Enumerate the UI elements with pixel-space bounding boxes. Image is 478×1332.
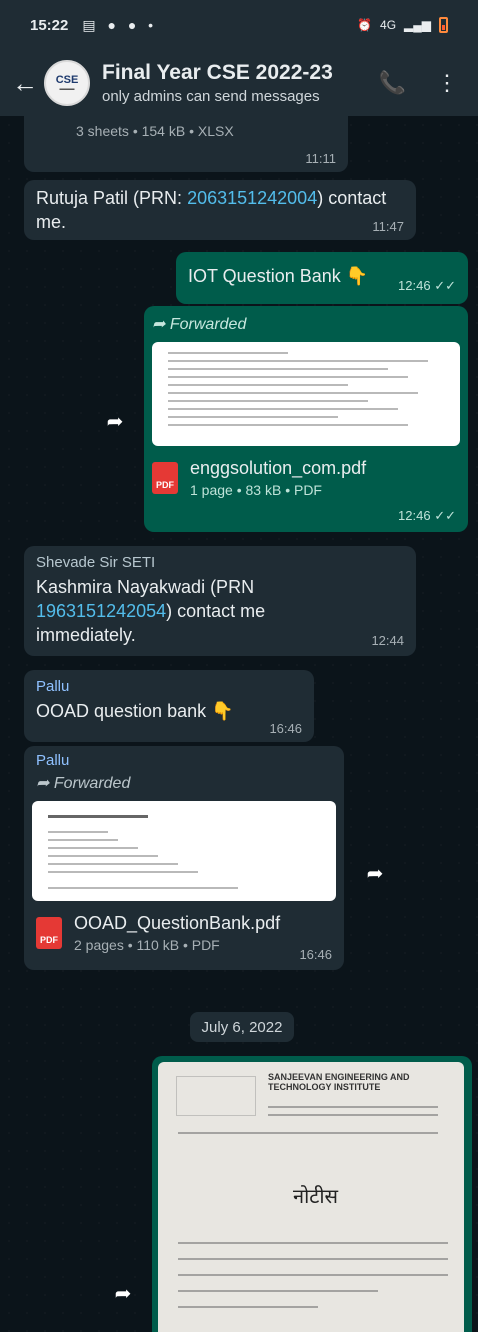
message-pallu-text[interactable]: Pallu OOAD question bank 👇 16:46 (24, 670, 314, 742)
message-time: 12:46 ✓✓ (398, 278, 456, 294)
add-call-icon[interactable]: 📞 (379, 70, 406, 96)
message-text: Kashmira Nayakwadi (PRN 1963151242054) c… (36, 575, 366, 647)
pdf-preview[interactable] (32, 801, 336, 901)
doc-info: 2 pages • 110 kB • PDF (74, 937, 220, 953)
notice-title: नोटीस (293, 1186, 339, 1208)
prn-link[interactable]: 2063151242004 (187, 188, 317, 208)
forward-share-button[interactable]: ➦ (98, 404, 132, 438)
doc-row: PDF OOAD_QuestionBank.pdf 2 pages • 110 … (36, 913, 336, 953)
message-time: 12:46 ✓✓ (398, 508, 456, 524)
avatar-subtext: ▬▬▬ (59, 86, 75, 92)
group-subtitle: only admins can send messages (102, 88, 320, 105)
xlsx-info: 3 sheets • 154 kB • XLSX (76, 123, 234, 139)
network-label: 4G (380, 18, 397, 32)
message-text: OOAD question bank 👇 (36, 701, 234, 721)
read-ticks-icon: ✓✓ (434, 508, 456, 523)
forward-share-button[interactable]: ➦ (106, 1276, 140, 1310)
date-separator: July 6, 2022 (190, 1012, 294, 1042)
message-text: Rutuja Patil (PRN: 2063151242004) contac… (36, 186, 404, 234)
time-value: 12:46 (398, 508, 431, 523)
sender-name[interactable]: Shevade Sir SETI (36, 554, 404, 571)
message-enggsolution-doc[interactable]: ➦ Forwarded PDF enggsolution_com.pdf 1 p… (144, 306, 468, 532)
sender-name[interactable]: Pallu (36, 752, 336, 769)
share-arrow-icon: ➦ (366, 862, 384, 885)
alarm-icon: ⏰ (357, 18, 373, 32)
group-name: Final Year CSE 2022-23 (102, 61, 333, 84)
forward-share-button[interactable]: ➦ (358, 856, 392, 890)
pdf-file-icon: PDF (36, 917, 62, 949)
message-time: 12:44 (371, 633, 404, 648)
back-arrow-icon[interactable]: ← (12, 68, 38, 99)
chat-header: ← CSE ▬▬▬ Final Year CSE 2022-23 only ad… (0, 50, 478, 116)
more-options-icon[interactable]: ⋮ (436, 70, 458, 96)
battery-icon (439, 17, 448, 33)
share-arrow-icon: ➦ (106, 410, 124, 433)
pdf-file-icon: PDF (152, 462, 178, 494)
avatar-text: CSE (55, 74, 79, 86)
status-right: ⏰ 4G ▂▄▆ (357, 17, 448, 33)
doc-info: 1 page • 83 kB • PDF (190, 482, 322, 498)
read-ticks-icon: ✓✓ (434, 278, 456, 293)
doc-filename: enggsolution_com.pdf (190, 458, 367, 478)
message-time: 16:46 (269, 721, 302, 736)
message-iot[interactable]: IOT Question Bank 👇 12:46 ✓✓ (176, 252, 468, 304)
message-notice-image[interactable]: SANJEEVAN ENGINEERING AND TECHNOLOGY INS… (152, 1056, 472, 1332)
status-bar: 15:22 ▤ ● ● • ⏰ 4G ▂▄▆ (0, 0, 478, 50)
status-time: 15:22 (30, 16, 69, 34)
header-actions: 📞 ⋮ (379, 70, 466, 96)
doc-row: PDF enggsolution_com.pdf 1 page • 83 kB … (152, 458, 460, 498)
chat-area[interactable]: 3 sheets • 154 kB • XLSX 11:11 Rutuja Pa… (0, 116, 478, 1332)
text-part-a: Rutuja Patil (PRN: (36, 188, 188, 208)
share-arrow-icon: ➦ (114, 1282, 132, 1305)
signal-icon: ▂▄▆ (404, 18, 431, 32)
group-avatar[interactable]: CSE ▬▬▬ (44, 60, 90, 106)
sender-name[interactable]: Pallu (36, 678, 302, 695)
message-shevade[interactable]: Shevade Sir SETI Kashmira Nayakwadi (PRN… (24, 546, 416, 656)
message-xlsx[interactable]: 3 sheets • 154 kB • XLSX 11:11 (24, 116, 348, 172)
doc-filename: OOAD_QuestionBank.pdf (74, 913, 281, 933)
notification-icons: ▤ ● ● • (82, 16, 158, 33)
message-ooad-doc[interactable]: Pallu ➦ Forwarded PDF OOAD_QuestionBank.… (24, 746, 344, 970)
prn-link[interactable]: 1963151242054 (36, 601, 166, 621)
notice-image[interactable]: SANJEEVAN ENGINEERING AND TECHNOLOGY INS… (158, 1062, 464, 1332)
pdf-preview[interactable] (152, 342, 460, 446)
forwarded-label: ➦ Forwarded (152, 316, 247, 333)
message-time: 16:46 (299, 947, 332, 962)
message-text: IOT Question Bank 👇 (188, 266, 369, 286)
forwarded-label: ➦ Forwarded (36, 775, 131, 792)
message-time: 11:11 (305, 151, 336, 166)
institute-logo (176, 1076, 256, 1116)
message-rutuja[interactable]: Rutuja Patil (PRN: 2063151242004) contac… (24, 180, 416, 240)
forwarded-text: Forwarded (169, 316, 247, 333)
message-time: 11:47 (372, 219, 404, 234)
forwarded-text: Forwarded (53, 775, 131, 792)
text-part-a: Kashmira Nayakwadi (PRN (36, 577, 255, 597)
group-titles[interactable]: Final Year CSE 2022-23 only admins can s… (102, 61, 333, 105)
time-value: 12:46 (398, 278, 431, 293)
institute-name: SANJEEVAN ENGINEERING AND TECHNOLOGY INS… (268, 1072, 410, 1092)
